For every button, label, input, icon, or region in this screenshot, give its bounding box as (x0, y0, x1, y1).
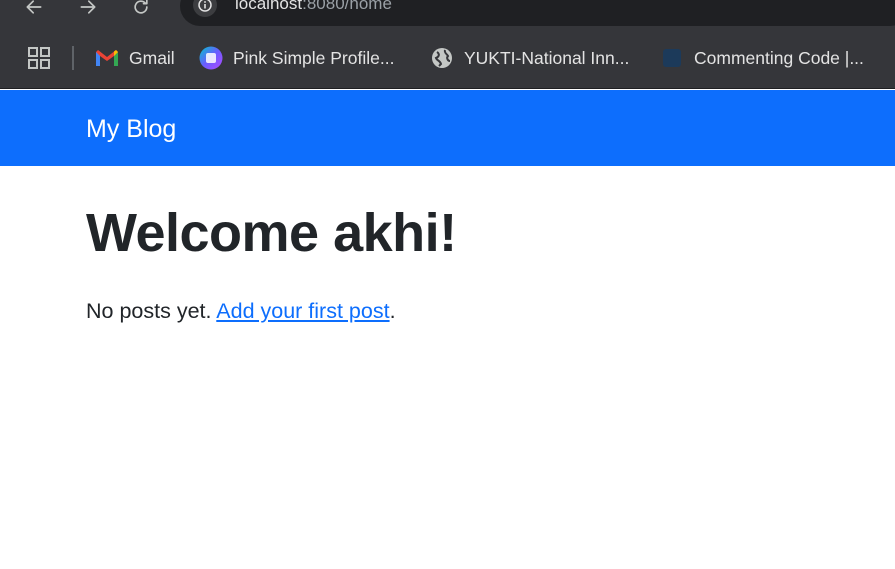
forward-arrow-icon (80, 0, 96, 14)
bookmark-yukti[interactable]: YUKTI-National Inn... (430, 44, 629, 72)
bookmark-label: Pink Simple Profile... (233, 47, 395, 68)
globe-icon (430, 46, 454, 70)
bookmarks-bar: Gmail Pink Simple Profile... YUKTI-Natio… (0, 30, 895, 89)
empty-posts-message: No posts yet. Add your first post. (86, 297, 876, 325)
bookmarks-separator (72, 46, 74, 70)
bookmark-label: Commenting Code |... (694, 47, 864, 68)
gmail-icon (95, 46, 119, 70)
site-navbar: My Blog (0, 90, 895, 166)
bookmark-label: Gmail (129, 47, 175, 68)
url-path: :8080/home (302, 0, 392, 13)
bookmark-label: YUKTI-National Inn... (464, 47, 630, 68)
bookmark-pink-simple-profile[interactable]: Pink Simple Profile... (199, 44, 394, 72)
url-host: localhost (235, 0, 303, 13)
brand-link[interactable]: My Blog (86, 114, 176, 144)
bookmark-gmail[interactable]: Gmail (95, 44, 175, 72)
browser-toolbar: localhost:8080/home (0, 0, 895, 30)
canva-icon (199, 46, 223, 70)
trailing-period: . (389, 299, 396, 323)
forward-button[interactable] (74, 0, 102, 21)
url-text[interactable]: localhost:8080/home (235, 0, 392, 14)
reload-icon (134, 0, 148, 14)
site-icon (660, 46, 684, 70)
back-button[interactable] (20, 0, 48, 21)
add-first-post-link[interactable]: Add your first post (216, 299, 389, 323)
welcome-heading: Welcome akhi! (86, 203, 457, 263)
reload-button[interactable] (127, 0, 155, 21)
back-arrow-icon (26, 0, 42, 14)
apps-grid-icon[interactable] (28, 47, 50, 69)
bookmark-commenting-code[interactable]: Commenting Code |... (660, 44, 864, 72)
main-content: Welcome akhi! No posts yet. Add your fir… (86, 196, 876, 325)
empty-text: No posts yet. (86, 299, 212, 323)
